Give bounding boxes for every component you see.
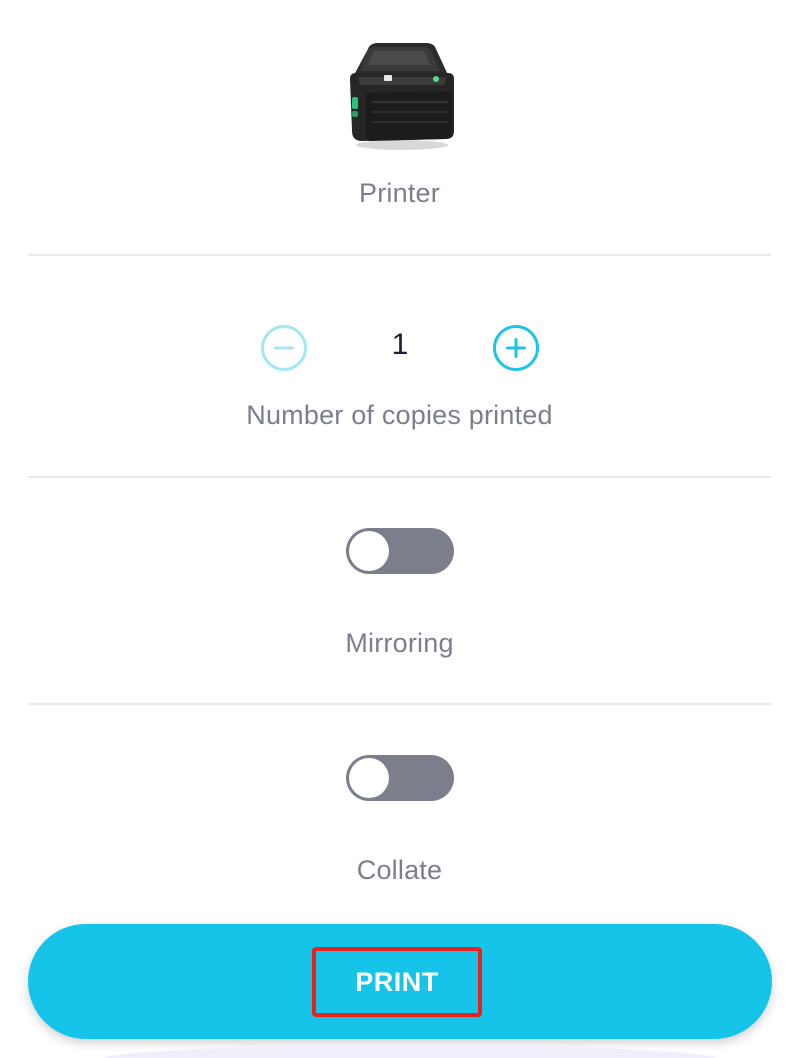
toggle-knob — [349, 758, 389, 798]
divider — [28, 254, 771, 256]
plus-circle-icon — [506, 338, 526, 358]
decrement-copies-button[interactable] — [261, 325, 307, 371]
copies-count: 1 — [391, 328, 409, 361]
collate-label: Collate — [356, 855, 443, 885]
divider — [28, 476, 771, 478]
increment-copies-button[interactable] — [493, 325, 539, 371]
print-settings-screen: Printer 1 Number of copies printed Mirro… — [0, 0, 799, 1058]
printer-image[interactable] — [340, 35, 460, 153]
divider — [28, 703, 771, 705]
mirroring-toggle[interactable] — [346, 528, 454, 574]
printer-label: Printer — [359, 178, 440, 208]
copies-label: Number of copies printed — [246, 400, 553, 430]
toggle-knob — [349, 531, 389, 571]
collate-toggle[interactable] — [346, 755, 454, 801]
printer-icon — [350, 43, 454, 150]
bottom-decoration — [100, 1045, 720, 1058]
minus-circle-icon — [274, 346, 294, 350]
print-button-label[interactable]: PRINT — [312, 947, 482, 1017]
mirroring-label: Mirroring — [345, 628, 454, 658]
